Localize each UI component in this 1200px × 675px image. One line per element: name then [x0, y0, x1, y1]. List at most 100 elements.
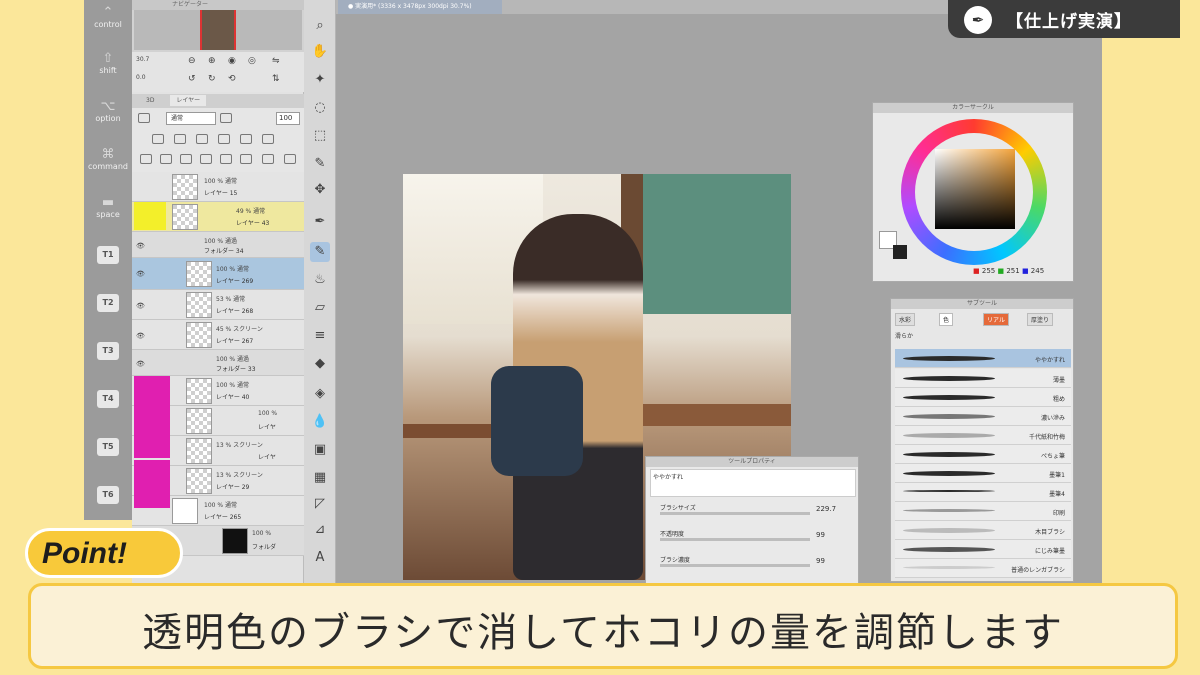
subtool-tab[interactable]: 水彩	[895, 313, 916, 326]
flip-vertical-icon[interactable]: ⇅	[272, 74, 280, 84]
opacity-slider[interactable]	[660, 538, 810, 541]
t2-key[interactable]: T2	[90, 286, 126, 320]
brush-size-slider[interactable]	[660, 512, 810, 515]
clip-icon[interactable]	[152, 134, 164, 144]
brush-size-row[interactable]: ブラシサイズ 229.7	[650, 501, 856, 521]
delete-layer-icon[interactable]	[284, 154, 296, 164]
zoom-tool-icon[interactable]: ⌕	[310, 16, 330, 36]
zoom-in-icon[interactable]: ⊕	[208, 56, 216, 66]
airbrush-tool-icon[interactable]: ♨	[310, 270, 330, 290]
opacity-row[interactable]: 不透明度 99	[650, 527, 856, 547]
drop-tool-icon[interactable]: 💧	[310, 412, 330, 432]
sticky-tool-icon[interactable]: ⊿	[310, 520, 330, 540]
eraser-tool-icon[interactable]: ▱	[310, 298, 330, 318]
tab-layer[interactable]: レイヤー	[170, 95, 207, 106]
saturation-value-square[interactable]	[935, 149, 1015, 229]
t4-key[interactable]: T4	[90, 382, 126, 416]
blend-tool-icon[interactable]: ≡	[310, 326, 330, 346]
ruler-tool-icon[interactable]: ◸	[310, 494, 330, 514]
opacity-slider[interactable]	[220, 113, 232, 123]
reference-icon[interactable]	[196, 134, 208, 144]
lasso-tool-icon[interactable]: ◌	[310, 98, 330, 118]
eye-icon[interactable]: 👁	[136, 270, 145, 278]
new-vector-layer-icon[interactable]	[160, 154, 172, 164]
gradient-tool-icon[interactable]: ◈	[310, 384, 330, 404]
brush-item[interactable]: 墨筆4	[895, 483, 1071, 502]
subtool-tab[interactable]: 色	[939, 313, 954, 326]
new-raster-layer-icon[interactable]	[140, 154, 152, 164]
option-key[interactable]: ⌥ option	[86, 100, 130, 124]
subtool-group[interactable]: 滑らか	[895, 331, 913, 340]
tab-3d[interactable]: 3D	[146, 97, 154, 104]
actual-size-icon[interactable]: ◎	[248, 56, 256, 66]
t1-key[interactable]: T1	[90, 238, 126, 272]
brush-item[interactable]: 印刷	[895, 502, 1071, 521]
zoom-out-icon[interactable]: ⊖	[188, 56, 196, 66]
brush-density-row[interactable]: ブラシ濃度 99	[650, 553, 856, 573]
eye-icon[interactable]: 👁	[136, 360, 145, 368]
transfer-icon[interactable]	[200, 154, 212, 164]
mask-icon[interactable]	[262, 134, 274, 144]
brush-item[interactable]: ぺちょ筆	[895, 445, 1071, 464]
space-key[interactable]: ▬ space	[86, 196, 130, 220]
brush-item[interactable]: 普通のレンガブラシ	[895, 559, 1071, 578]
brush-item[interactable]: 薄墨	[895, 369, 1071, 388]
folder-row[interactable]: 👁 100 % 通過 フォルダー 34	[132, 232, 304, 258]
eye-icon[interactable]: 👁	[136, 242, 145, 250]
fill-tool-icon[interactable]: ◆	[310, 354, 330, 374]
hand-tool-icon[interactable]: ✋	[310, 42, 330, 62]
t5-key[interactable]: T5	[90, 430, 126, 464]
layer-row[interactable]: 100 % 通常 レイヤー 15	[132, 172, 304, 202]
t3-key[interactable]: T3	[90, 334, 126, 368]
control-key[interactable]: ⌃ control	[86, 6, 130, 30]
draft-icon[interactable]	[218, 134, 230, 144]
navigator-viewport[interactable]	[200, 10, 236, 50]
layer-color-icon[interactable]	[138, 113, 150, 123]
t6-key[interactable]: T6	[90, 478, 126, 512]
brush-item[interactable]: にじみ筆墨	[895, 540, 1071, 559]
angle-value[interactable]: 0.0	[136, 74, 146, 81]
eyedropper-tool-icon[interactable]: ✎	[310, 154, 330, 174]
subtool-tab[interactable]: 厚塗り	[1027, 313, 1054, 326]
merge-icon[interactable]	[220, 154, 232, 164]
pen-tool-icon[interactable]: ✒	[310, 212, 330, 232]
layer-opacity-field[interactable]: 100	[276, 112, 300, 125]
lock-transparency-icon[interactable]	[174, 134, 186, 144]
subtool-tab[interactable]: リアル	[983, 313, 1009, 326]
navigator-preview[interactable]	[134, 10, 302, 50]
lock-icon[interactable]	[240, 134, 252, 144]
brush-tool-icon[interactable]: ✎	[310, 242, 330, 262]
select-tool-icon[interactable]: ⬚	[310, 126, 330, 146]
rotate-right-icon[interactable]: ↻	[208, 74, 216, 84]
reset-rotation-icon[interactable]: ⟲	[228, 74, 236, 84]
brush-item[interactable]: 木目ブラシ	[895, 521, 1071, 540]
eye-icon[interactable]: 👁	[136, 302, 145, 310]
layer-row[interactable]: 👁 45 % スクリーン レイヤー 267	[132, 320, 304, 350]
command-key[interactable]: ⌘ command	[86, 148, 130, 172]
flip-icon[interactable]: ⇋	[272, 56, 280, 66]
new-folder-icon[interactable]	[180, 154, 192, 164]
canvas-tab[interactable]: ● 実演用* (3336 x 3478px 300dpi 30.7%)	[338, 0, 502, 14]
frame-tool-icon[interactable]: ▦	[310, 468, 330, 488]
text-tool-icon[interactable]: A	[310, 548, 330, 568]
layer-row[interactable]: 👁 53 % 通常 レイヤー 268	[132, 290, 304, 320]
folder-row[interactable]: 👁 100 % 通過 フォルダー 33	[132, 350, 304, 376]
layer-row-selected[interactable]: 👁 100 % 通常 レイヤー 269	[132, 258, 304, 290]
zoom-value[interactable]: 30.7	[136, 56, 149, 63]
brush-item[interactable]: 墨筆1	[895, 464, 1071, 483]
brush-item[interactable]: ややかすれ	[895, 349, 1071, 368]
brush-item[interactable]: 粗め	[895, 388, 1071, 407]
blend-mode-select[interactable]: 通常	[166, 112, 216, 125]
move-tool-icon[interactable]: ✥	[310, 180, 330, 200]
sub-color-swatch[interactable]	[893, 245, 907, 259]
apply-mask-icon[interactable]	[262, 154, 274, 164]
shift-key[interactable]: ⇧ shift	[86, 52, 130, 76]
fit-icon[interactable]: ◉	[228, 56, 236, 66]
wand-tool-icon[interactable]: ✦	[310, 70, 330, 90]
rotate-left-icon[interactable]: ↺	[188, 74, 196, 84]
figure-tool-icon[interactable]: ▣	[310, 440, 330, 460]
eye-icon[interactable]: 👁	[136, 332, 145, 340]
brush-item[interactable]: 千代紙和竹梅	[895, 426, 1071, 445]
brush-item[interactable]: 濃い滲み	[895, 407, 1071, 426]
layer-mask-icon[interactable]	[240, 154, 252, 164]
